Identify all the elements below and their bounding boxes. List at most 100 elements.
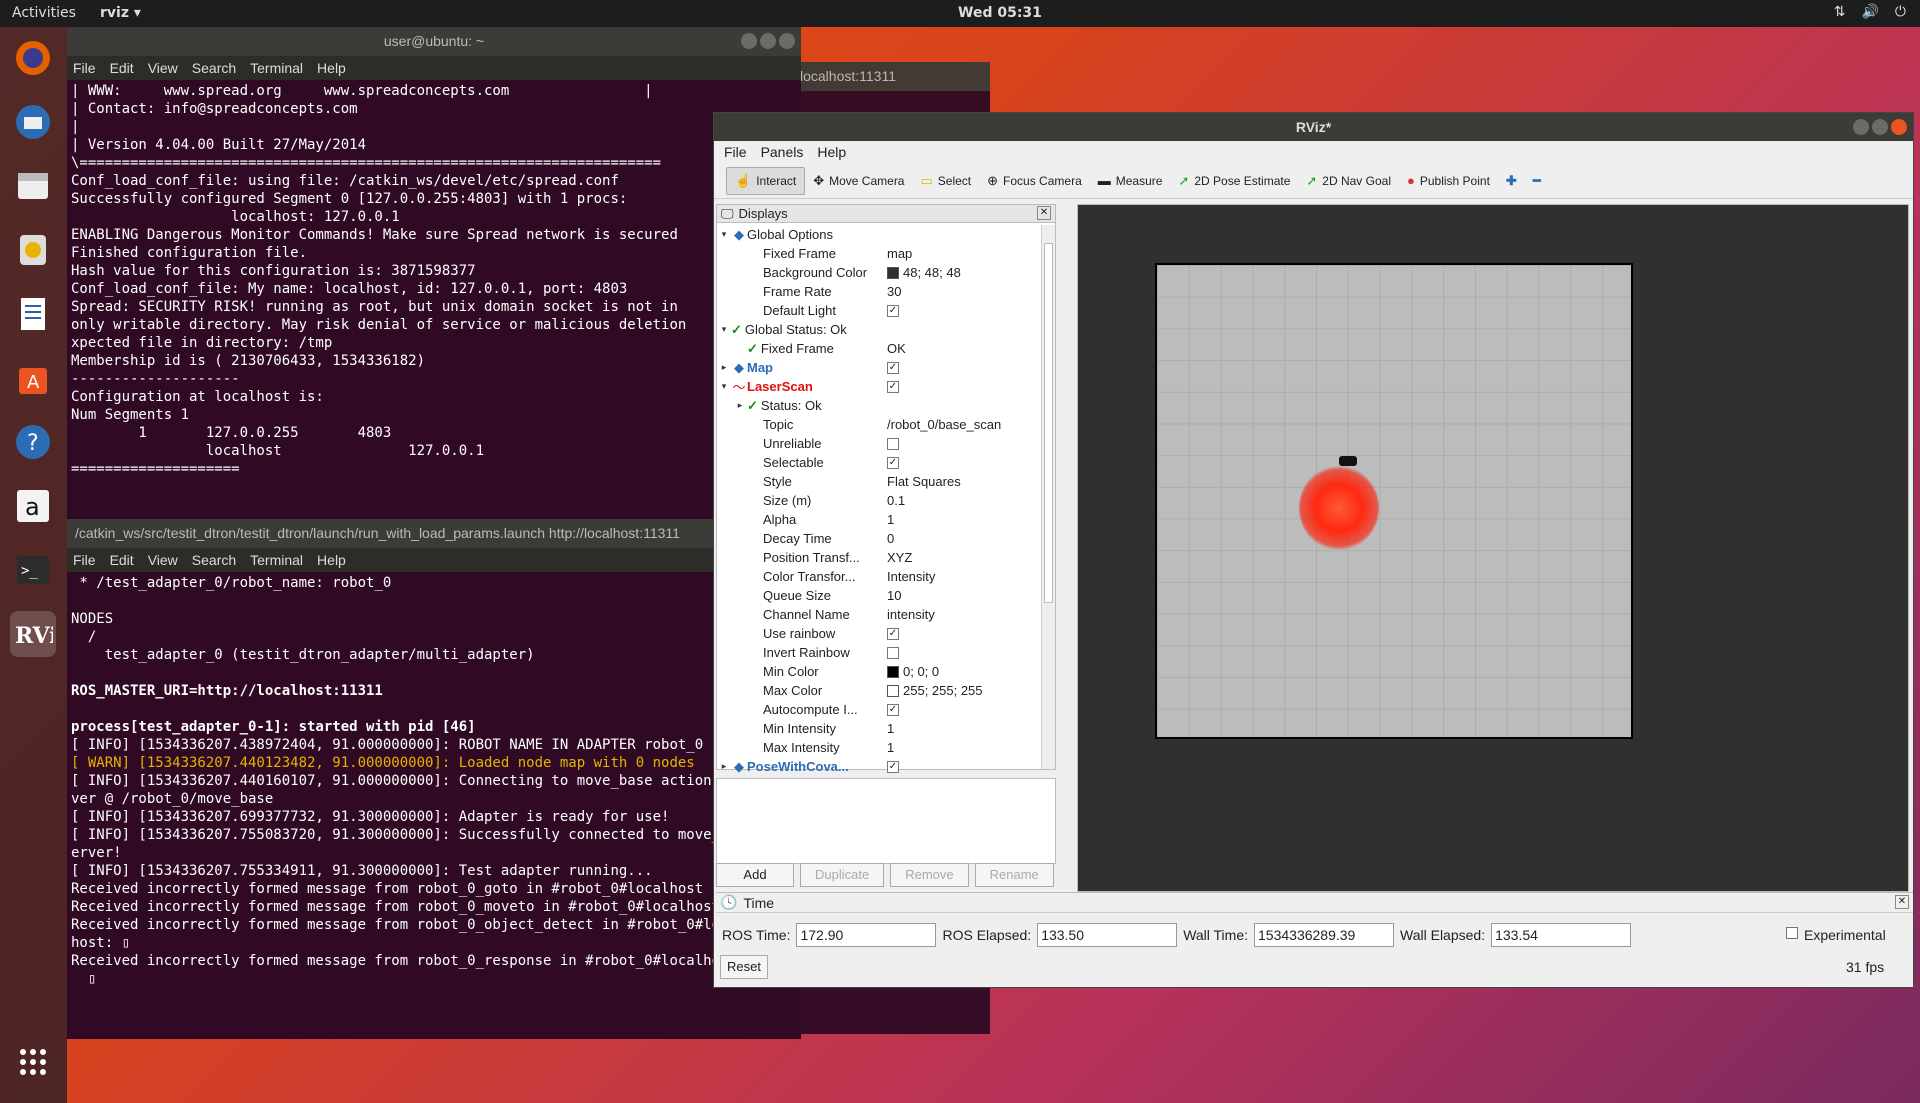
- display-value[interactable]: /robot_0/base_scan: [887, 417, 1041, 432]
- menu-file[interactable]: File: [73, 551, 96, 569]
- display-row[interactable]: Default Light ✓: [717, 301, 1041, 320]
- display-row[interactable]: Queue Size 10: [717, 586, 1041, 605]
- remove-tool-button[interactable]: ━: [1525, 167, 1549, 195]
- display-row[interactable]: Min Color 0; 0; 0: [717, 662, 1041, 681]
- menu-terminal[interactable]: Terminal: [250, 59, 303, 77]
- display-row[interactable]: Topic/robot_0/base_scan: [717, 415, 1041, 434]
- display-row[interactable]: Autocompute I... ✓: [717, 700, 1041, 719]
- close-icon[interactable]: ✕: [1895, 895, 1909, 909]
- display-row[interactable]: Max Color 255; 255; 255: [717, 681, 1041, 700]
- display-row[interactable]: ▸ ◆ Map ✓: [717, 358, 1041, 377]
- experimental-checkbox[interactable]: Experimental: [1786, 927, 1886, 943]
- display-row[interactable]: Background Color 48; 48; 48: [717, 263, 1041, 282]
- display-value[interactable]: OK: [887, 341, 1041, 356]
- menu-file[interactable]: File: [724, 144, 747, 160]
- display-value[interactable]: [887, 646, 1041, 659]
- menu-edit[interactable]: Edit: [110, 551, 134, 569]
- show-apps-icon[interactable]: [10, 1039, 56, 1085]
- expand-arrow-icon[interactable]: ▾: [717, 381, 731, 392]
- display-value[interactable]: ✓: [887, 380, 1041, 393]
- display-value[interactable]: 255; 255; 255: [887, 683, 1041, 698]
- menu-search[interactable]: Search: [192, 59, 236, 77]
- display-row[interactable]: Min Intensity 1: [717, 719, 1041, 738]
- displays-scrollbar[interactable]: [1041, 225, 1055, 769]
- display-row[interactable]: ▾ 〜 LaserScan ✓: [717, 377, 1041, 396]
- tool-measure[interactable]: ▬ Measure: [1090, 167, 1171, 195]
- terminal-window-2[interactable]: /catkin_ws/src/testit_dtron/testit_dtron…: [67, 519, 801, 1039]
- expand-arrow-icon[interactable]: ▸: [717, 761, 731, 772]
- display-value[interactable]: ✓: [887, 703, 1041, 716]
- display-value[interactable]: ✓: [887, 361, 1041, 374]
- help-icon[interactable]: ?: [10, 419, 56, 465]
- display-row[interactable]: ▸ ✓ Status: Ok: [717, 396, 1041, 415]
- wall-elapsed-field[interactable]: 133.54: [1491, 923, 1632, 947]
- firefox-icon[interactable]: [10, 35, 56, 81]
- tool-focus-camera[interactable]: ⊕ Focus Camera: [979, 167, 1090, 195]
- display-row[interactable]: Position Transf... XYZ: [717, 548, 1041, 567]
- display-value[interactable]: ✓: [887, 456, 1041, 469]
- system-tray[interactable]: ⇅ 🔊 ⏻: [1834, 4, 1906, 20]
- display-value[interactable]: 1: [887, 721, 1041, 736]
- menu-panels[interactable]: Panels: [761, 144, 804, 160]
- display-value[interactable]: 0; 0; 0: [887, 664, 1041, 679]
- tool-move-camera[interactable]: ✥ Move Camera: [805, 167, 912, 195]
- menu-view[interactable]: View: [148, 551, 178, 569]
- display-row[interactable]: Unreliable: [717, 434, 1041, 453]
- rename-button[interactable]: Rename: [974, 863, 1054, 887]
- tool-2d-pose-estimate[interactable]: ➚ 2D Pose Estimate: [1170, 167, 1298, 195]
- tool-select[interactable]: ▭ Select: [912, 167, 979, 195]
- terminal-2-output[interactable]: * /test_adapter_0/robot_name: robot_0 NO…: [67, 572, 801, 988]
- display-value[interactable]: Intensity: [887, 569, 1041, 584]
- wall-time-field[interactable]: 1534336289.39: [1254, 923, 1395, 947]
- display-value[interactable]: XYZ: [887, 550, 1041, 565]
- display-value[interactable]: 30: [887, 284, 1041, 299]
- terminal-window-1[interactable]: user@ubuntu: ~ File Edit View Search Termina…: [67, 27, 801, 525]
- rviz-icon[interactable]: RViz: [10, 611, 56, 657]
- duplicate-button[interactable]: Duplicate: [800, 863, 885, 887]
- add-button[interactable]: Add: [716, 863, 794, 887]
- display-value[interactable]: 1: [887, 512, 1041, 527]
- expand-arrow-icon[interactable]: ▸: [717, 362, 731, 373]
- menu-help[interactable]: Help: [317, 551, 346, 569]
- display-row[interactable]: Color Transfor... Intensity: [717, 567, 1041, 586]
- 3d-viewport[interactable]: [1077, 204, 1909, 892]
- display-value[interactable]: [887, 437, 1041, 450]
- checkbox[interactable]: ✓: [887, 760, 899, 773]
- tool-publish-point[interactable]: ● Publish Point: [1399, 167, 1498, 195]
- display-value[interactable]: map: [887, 246, 1041, 261]
- display-value[interactable]: 1: [887, 740, 1041, 755]
- expand-arrow-icon[interactable]: ▸: [733, 400, 747, 411]
- files-icon[interactable]: [10, 163, 56, 209]
- menu-help[interactable]: Help: [817, 144, 846, 160]
- remove-button[interactable]: Remove: [890, 863, 969, 887]
- checkbox[interactable]: [887, 437, 899, 450]
- amazon-icon[interactable]: a: [10, 483, 56, 529]
- checkbox[interactable]: ✓: [887, 627, 899, 640]
- display-row[interactable]: Size (m) 0.1: [717, 491, 1041, 510]
- display-value[interactable]: intensity: [887, 607, 1041, 622]
- display-value[interactable]: 0.1: [887, 493, 1041, 508]
- menu-edit[interactable]: Edit: [110, 59, 134, 77]
- display-row[interactable]: Use rainbow ✓: [717, 624, 1041, 643]
- display-row[interactable]: Style Flat Squares: [717, 472, 1041, 491]
- terminal-icon[interactable]: >_: [10, 547, 56, 593]
- display-row[interactable]: Alpha 1: [717, 510, 1041, 529]
- terminal-1-output[interactable]: | WWW: www.spread.org www.spreadconcepts…: [67, 80, 801, 496]
- display-row[interactable]: ▸ ◆ PoseWithCova... ✓: [717, 757, 1041, 776]
- menu-help[interactable]: Help: [317, 59, 346, 77]
- display-row[interactable]: ✓ Fixed Frame OK: [717, 339, 1041, 358]
- menu-view[interactable]: View: [148, 59, 178, 77]
- checkbox[interactable]: ✓: [887, 456, 899, 469]
- app-menu[interactable]: rviz ▾: [100, 5, 141, 21]
- menu-terminal[interactable]: Terminal: [250, 551, 303, 569]
- menu-search[interactable]: Search: [192, 551, 236, 569]
- tool-2d-nav-goal[interactable]: ➚ 2D Nav Goal: [1298, 167, 1399, 195]
- clock[interactable]: Wed 05:31: [958, 5, 1042, 21]
- rhythmbox-icon[interactable]: [10, 227, 56, 273]
- ros-elapsed-field[interactable]: 133.50: [1037, 923, 1178, 947]
- thunderbird-icon[interactable]: [10, 99, 56, 145]
- activities-button[interactable]: Activities: [12, 5, 76, 21]
- expand-arrow-icon[interactable]: ▾: [717, 229, 731, 240]
- rviz-window[interactable]: RViz* File Panels Help ☝ Interact ✥ Move C…: [713, 112, 1914, 988]
- display-row[interactable]: ▾ ✓ Global Status: Ok: [717, 320, 1041, 339]
